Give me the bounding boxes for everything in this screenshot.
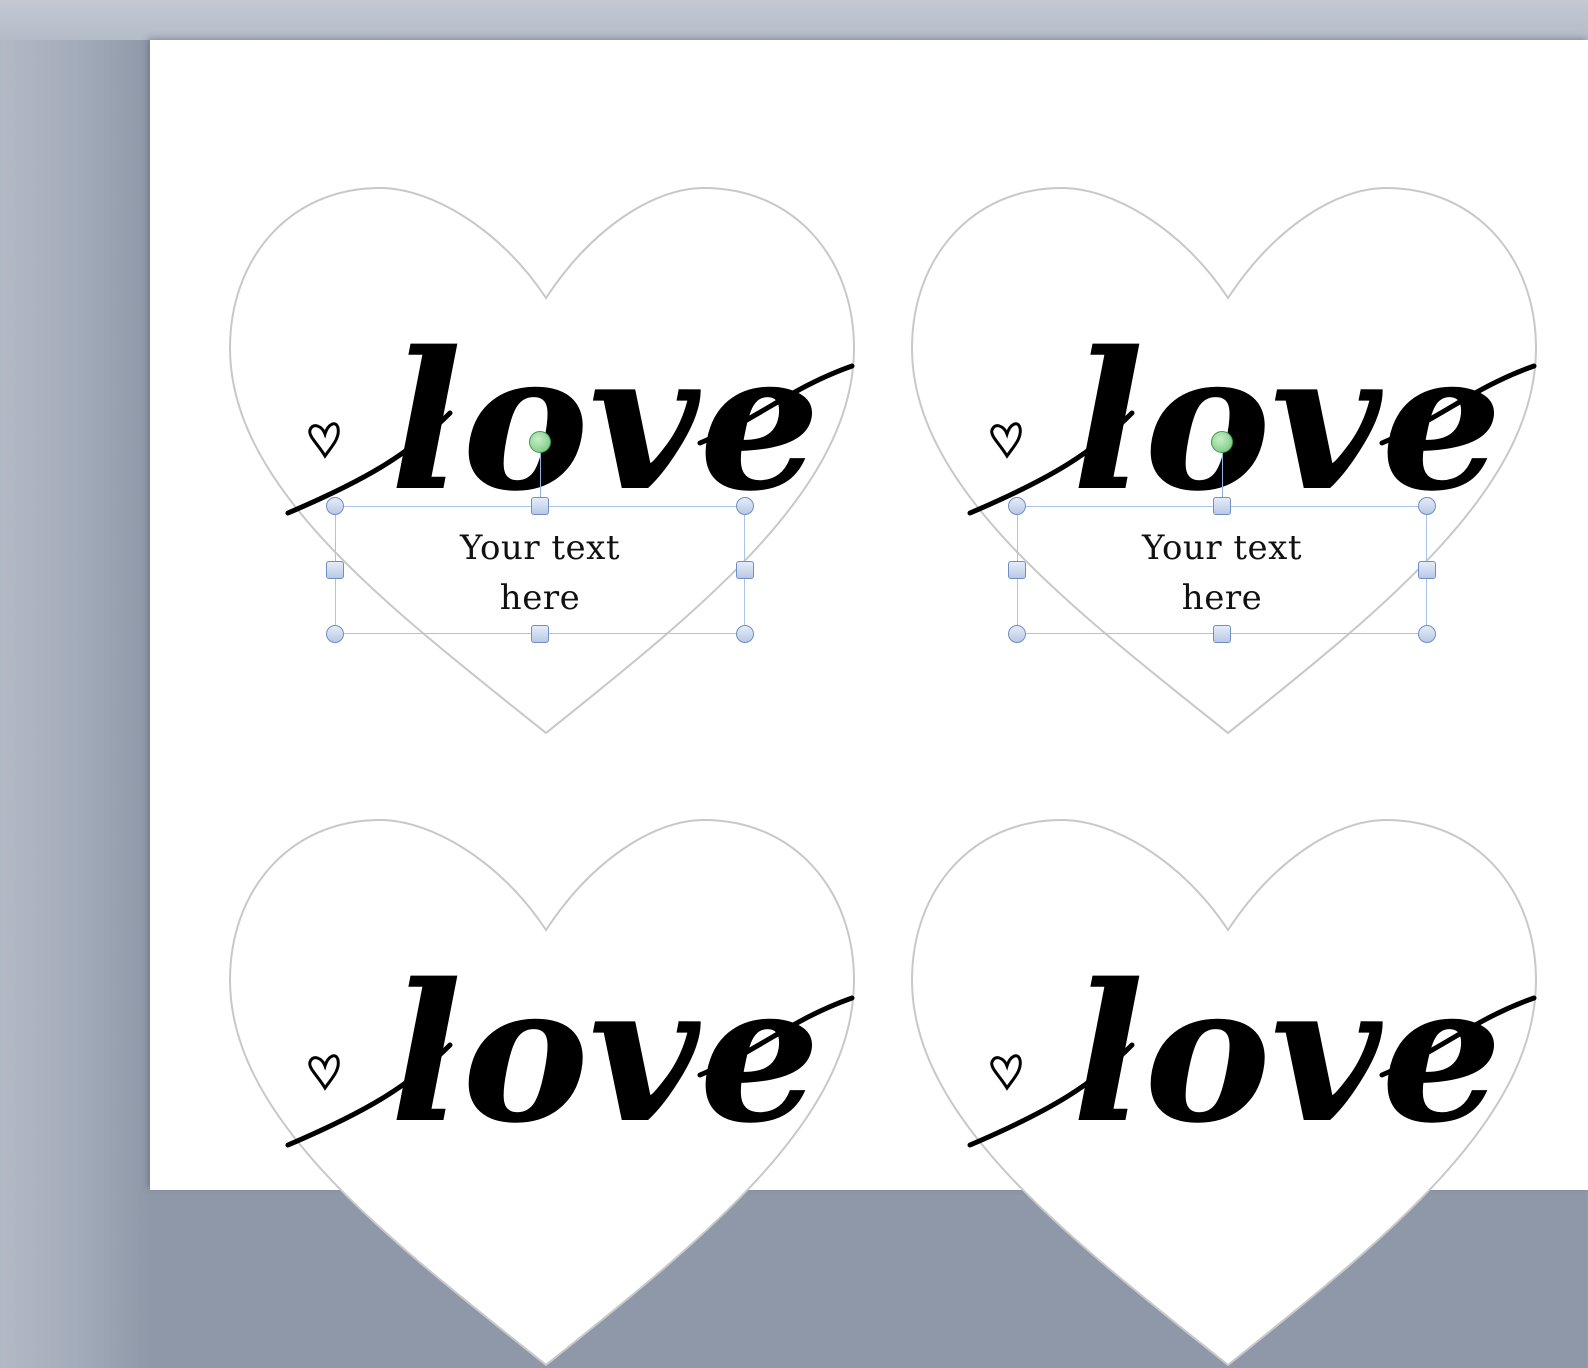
love-word: love bbox=[390, 942, 820, 1165]
heart-label-graphic: love bbox=[910, 186, 1538, 735]
resize-handle-icon[interactable] bbox=[531, 625, 549, 643]
resize-handle-icon[interactable] bbox=[1008, 561, 1026, 579]
love-word: love bbox=[1072, 310, 1502, 533]
resize-handle-icon[interactable] bbox=[1418, 561, 1436, 579]
resize-handle-icon[interactable] bbox=[1008, 625, 1026, 643]
resize-handle-icon[interactable] bbox=[1008, 497, 1026, 515]
window-top-band bbox=[0, 0, 1588, 40]
text-box-content[interactable]: Your text here bbox=[336, 523, 744, 623]
rotate-handle-icon[interactable] bbox=[529, 431, 551, 453]
love-word: love bbox=[390, 310, 820, 533]
resize-handle-icon[interactable] bbox=[1213, 625, 1231, 643]
resize-handle-icon[interactable] bbox=[326, 561, 344, 579]
heart-label[interactable]: love Your text here bbox=[910, 186, 1538, 736]
heart-label-graphic: love bbox=[228, 186, 856, 735]
resize-handle-icon[interactable] bbox=[1418, 625, 1436, 643]
text-box[interactable]: Your text here bbox=[335, 506, 745, 634]
love-word: love bbox=[1072, 942, 1502, 1165]
heart-label[interactable]: love bbox=[910, 818, 1538, 1368]
rotate-handle-icon[interactable] bbox=[1211, 431, 1233, 453]
resize-handle-icon[interactable] bbox=[736, 561, 754, 579]
text-box-content[interactable]: Your text here bbox=[1018, 523, 1426, 623]
resize-handle-icon[interactable] bbox=[736, 497, 754, 515]
resize-handle-icon[interactable] bbox=[736, 625, 754, 643]
resize-handle-icon[interactable] bbox=[531, 497, 549, 515]
heart-label-graphic: love bbox=[910, 818, 1538, 1367]
resize-handle-icon[interactable] bbox=[326, 625, 344, 643]
resize-handle-icon[interactable] bbox=[1418, 497, 1436, 515]
text-box[interactable]: Your text here bbox=[1017, 506, 1427, 634]
resize-handle-icon[interactable] bbox=[1213, 497, 1231, 515]
heart-label-graphic: love bbox=[228, 818, 856, 1367]
heart-label[interactable]: love bbox=[228, 818, 856, 1368]
document-page[interactable]: love Your text here love Your text here bbox=[150, 40, 1588, 1367]
resize-handle-icon[interactable] bbox=[326, 497, 344, 515]
heart-label[interactable]: love Your text here bbox=[228, 186, 856, 736]
